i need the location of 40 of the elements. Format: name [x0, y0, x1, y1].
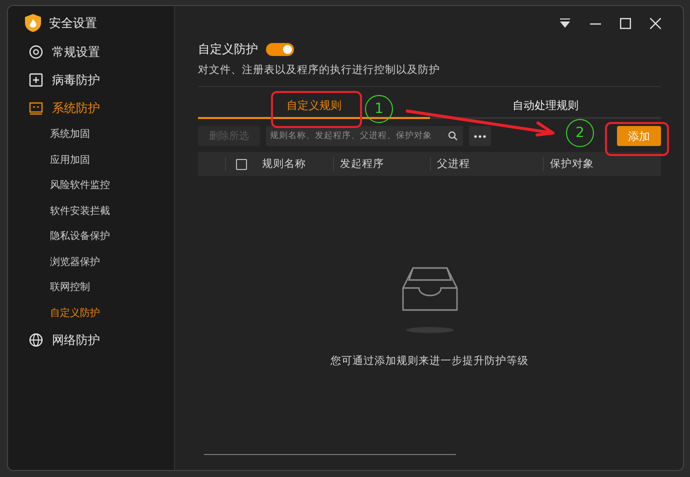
shield-flame-icon — [25, 14, 41, 32]
more-icon — [474, 134, 486, 138]
highlight-rectangle — [605, 122, 669, 156]
section-title: 自定义防护 — [198, 40, 258, 58]
maximize-icon[interactable] — [620, 18, 631, 28]
select-all-checkbox[interactable] — [236, 158, 246, 170]
more-button[interactable] — [469, 126, 491, 146]
column-header[interactable]: 父进程 — [437, 157, 470, 171]
scrollbar[interactable] — [204, 454, 456, 455]
column-header[interactable]: 规则名称 — [262, 157, 306, 171]
sidebar-subitem[interactable]: 风险软件监控 — [8, 173, 174, 198]
tab[interactable]: 自动处理规则 — [430, 95, 661, 119]
sidebar-subitem[interactable]: 软件安装拦截 — [8, 198, 174, 224]
dropdown-menu-icon[interactable] — [559, 18, 571, 28]
section-description: 对文件、注册表以及程序的执行进行控制以及防护 — [198, 63, 441, 77]
sidebar-subitem[interactable]: 浏览器保护 — [8, 250, 174, 275]
monitor-icon — [29, 101, 43, 115]
sidebar-item[interactable]: 病毒防护 — [8, 66, 174, 94]
column-header[interactable]: 保护对象 — [550, 157, 594, 171]
sidebar-subitem[interactable]: 联网控制 — [8, 275, 174, 300]
sidebar-subitem[interactable]: 应用加固 — [8, 148, 174, 173]
settings-icon — [29, 45, 43, 59]
sidebar-item[interactable]: 网络防护 — [8, 326, 174, 354]
empty-tray-icon — [400, 266, 458, 334]
search-field[interactable]: 规则名称、发起程序、父进程、保护对象 — [266, 126, 463, 146]
sidebar-item[interactable]: 系统防护 — [8, 94, 174, 122]
globe-icon — [29, 333, 43, 347]
column-header[interactable]: 发起程序 — [340, 157, 384, 171]
close-icon[interactable] — [650, 18, 661, 28]
toggle-switch[interactable] — [266, 42, 294, 56]
sidebar-subitem[interactable]: 隐私设备保护 — [8, 224, 174, 250]
step-marker: 1 — [365, 95, 393, 123]
empty-message: 您可通过添加规则来进一步提升防护等级 — [330, 354, 528, 368]
step-marker: 2 — [566, 119, 594, 147]
sidebar-item[interactable]: 常规设置 — [8, 38, 174, 66]
window-title: 安全设置 — [49, 14, 97, 32]
sidebar-subitem[interactable]: 系统加固 — [8, 122, 174, 148]
plus-square-icon — [29, 73, 43, 87]
sidebar-subitem[interactable]: 自定义防护 — [8, 300, 174, 326]
search-icon — [448, 131, 458, 141]
